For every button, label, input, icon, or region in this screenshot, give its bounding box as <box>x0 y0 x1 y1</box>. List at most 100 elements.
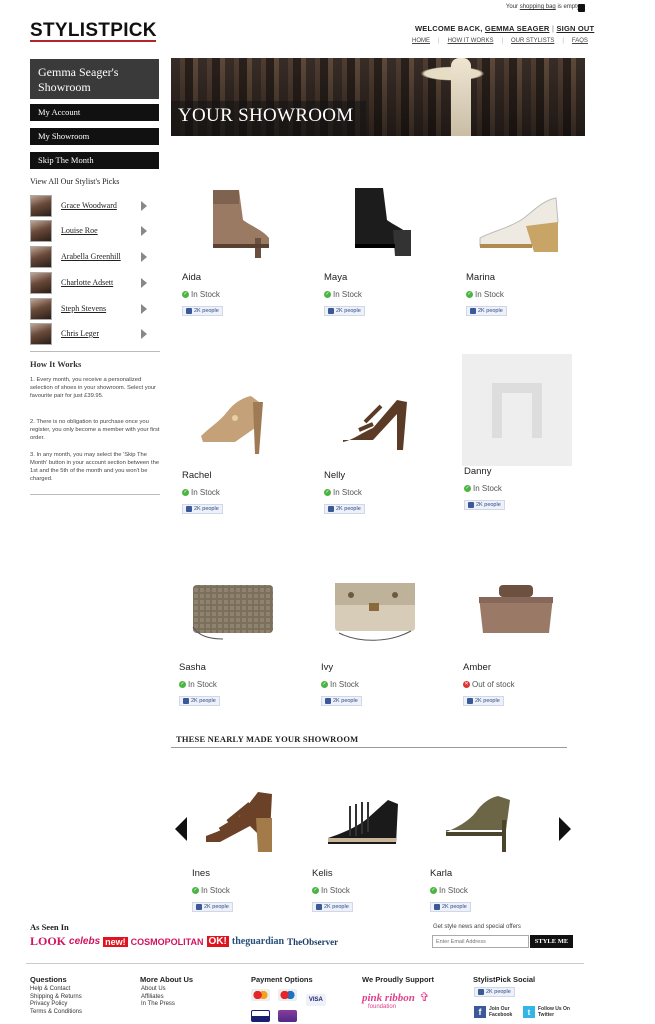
product-card[interactable] <box>464 172 584 267</box>
stylist-item[interactable]: Charlotte Adsett <box>30 271 159 294</box>
product-card[interactable] <box>322 370 442 465</box>
product-image[interactable] <box>319 562 429 657</box>
product-image[interactable] <box>462 353 572 467</box>
product-image[interactable] <box>310 768 420 863</box>
stylist-item[interactable]: Chris Leger <box>30 322 159 345</box>
facebook-like-button[interactable]: 2K people <box>182 504 223 514</box>
footer-link[interactable]: Privacy Policy <box>30 1001 82 1009</box>
facebook-like-button[interactable]: 2K people <box>182 306 223 316</box>
sign-out-link[interactable]: SIGN OUT <box>556 24 594 33</box>
my-showroom-button[interactable]: My Showroom <box>30 128 159 145</box>
product-name[interactable]: Maya <box>324 272 347 283</box>
product-card[interactable] <box>190 768 310 863</box>
arrow-right-icon <box>141 328 147 339</box>
product-card[interactable] <box>180 370 300 465</box>
product-image[interactable] <box>190 768 300 863</box>
stylist-name[interactable]: Arabella Greenhill <box>61 252 141 261</box>
runway-model-figure <box>451 58 471 136</box>
product-name[interactable]: Ivy <box>321 662 333 673</box>
product-image[interactable] <box>180 370 290 465</box>
footer-link[interactable]: Shipping & Returns <box>30 994 82 1002</box>
stock-status: ✓ In Stock <box>430 886 468 895</box>
nav-faqs[interactable]: FAQS <box>572 38 588 44</box>
product-name[interactable]: Danny <box>464 466 491 477</box>
product-image[interactable] <box>322 172 432 267</box>
footer-link[interactable]: In The Press <box>141 1001 175 1009</box>
footer-link[interactable]: Affiliates <box>141 994 175 1002</box>
product-image[interactable] <box>322 370 432 465</box>
facebook-like-button[interactable]: 2K people <box>474 987 515 997</box>
skip-the-month-button[interactable]: Skip The Month <box>30 152 159 169</box>
product-card[interactable] <box>322 172 442 267</box>
product-card[interactable] <box>177 562 297 657</box>
check-icon: ✓ <box>430 887 437 894</box>
product-name[interactable]: Ines <box>192 868 210 879</box>
facebook-like-button[interactable]: 2K people <box>324 306 365 316</box>
product-card[interactable] <box>180 172 300 267</box>
product-name[interactable]: Rachel <box>182 470 212 481</box>
product-image[interactable] <box>464 172 574 267</box>
product-card[interactable] <box>310 768 430 863</box>
stylist-item[interactable]: Steph Stevens <box>30 297 159 320</box>
stylist-name[interactable]: Charlotte Adsett <box>61 278 141 287</box>
my-account-button[interactable]: My Account <box>30 104 159 121</box>
site-logo[interactable]: STYLISTPICK <box>30 20 157 42</box>
facebook-like-button[interactable]: 2K people <box>463 696 504 706</box>
footer-social-title: StylistPick Social <box>473 975 536 984</box>
check-icon: ✓ <box>321 681 328 688</box>
product-name[interactable]: Nelly <box>324 470 345 481</box>
stock-status: ✓ In Stock <box>464 484 502 493</box>
facebook-like-button[interactable]: 2K people <box>312 902 353 912</box>
nav-home[interactable]: HOME <box>412 38 430 44</box>
footer-link[interactable]: About Us <box>141 986 175 994</box>
product-name[interactable]: Amber <box>463 662 491 673</box>
shopping-bag-link[interactable]: shopping bag <box>520 4 556 10</box>
top-nav: HOME | HOW IT WORKS | OUR STYLISTS | FAQS <box>412 38 588 44</box>
product-image[interactable] <box>177 562 287 657</box>
press-logo-guardian: theguardian <box>231 936 285 947</box>
footer-link[interactable]: Help & Contact <box>30 986 82 994</box>
facebook-like-button[interactable]: 2K people <box>179 696 220 706</box>
stylist-name[interactable]: Steph Stevens <box>61 304 141 313</box>
product-image[interactable] <box>428 768 538 863</box>
email-field[interactable] <box>432 935 529 948</box>
nav-our-stylists[interactable]: OUR STYLISTS <box>511 38 554 44</box>
twitter-icon: t <box>523 1006 535 1018</box>
product-name[interactable]: Aida <box>182 272 201 283</box>
thumbs-up-icon <box>478 989 484 995</box>
product-image[interactable] <box>180 172 290 267</box>
product-card[interactable] <box>319 562 439 657</box>
pink-ribbon-logo[interactable]: pink ribbon ✞ foundation <box>362 988 429 1010</box>
facebook-like-button[interactable]: 2K people <box>466 306 507 316</box>
style-me-button[interactable]: STYLE ME <box>530 935 573 948</box>
facebook-like-button[interactable]: 2K people <box>192 902 233 912</box>
carousel-prev-icon[interactable] <box>175 817 187 841</box>
product-card[interactable] <box>462 353 582 467</box>
product-name[interactable]: Karla <box>430 868 452 879</box>
shopping-bag-icon[interactable] <box>578 4 585 12</box>
arrow-right-icon <box>141 225 147 236</box>
stylist-item[interactable]: Arabella Greenhill <box>30 245 159 268</box>
nav-how-it-works[interactable]: HOW IT WORKS <box>448 38 494 44</box>
product-name[interactable]: Sasha <box>179 662 206 673</box>
stylist-item[interactable]: Grace Woodward <box>30 194 159 217</box>
carousel-next-icon[interactable] <box>559 817 571 841</box>
product-image[interactable] <box>461 562 571 657</box>
stylist-name[interactable]: Louise Roe <box>61 226 141 235</box>
facebook-like-button[interactable]: 2K people <box>464 500 505 510</box>
facebook-like-button[interactable]: 2K people <box>321 696 362 706</box>
product-card[interactable] <box>461 562 581 657</box>
twitter-link[interactable]: t Follow Us On Twitter <box>523 1006 570 1018</box>
footer-link[interactable]: Terms & Conditions <box>30 1009 82 1017</box>
stylist-name[interactable]: Grace Woodward <box>61 201 141 210</box>
facebook-like-button[interactable]: 2K people <box>324 504 365 514</box>
product-name[interactable]: Kelis <box>312 868 333 879</box>
product-name[interactable]: Marina <box>466 272 495 283</box>
facebook-link[interactable]: f Join Our Facebook <box>474 1006 517 1018</box>
user-name-link[interactable]: GEMMA SEAGER <box>485 24 550 33</box>
stylist-item[interactable]: Louise Roe <box>30 219 159 242</box>
stylist-name[interactable]: Chris Leger <box>61 329 141 338</box>
footer-more-list: About Us Affiliates In The Press <box>141 986 175 1009</box>
product-card[interactable] <box>428 768 548 863</box>
facebook-like-button[interactable]: 2K people <box>430 902 471 912</box>
